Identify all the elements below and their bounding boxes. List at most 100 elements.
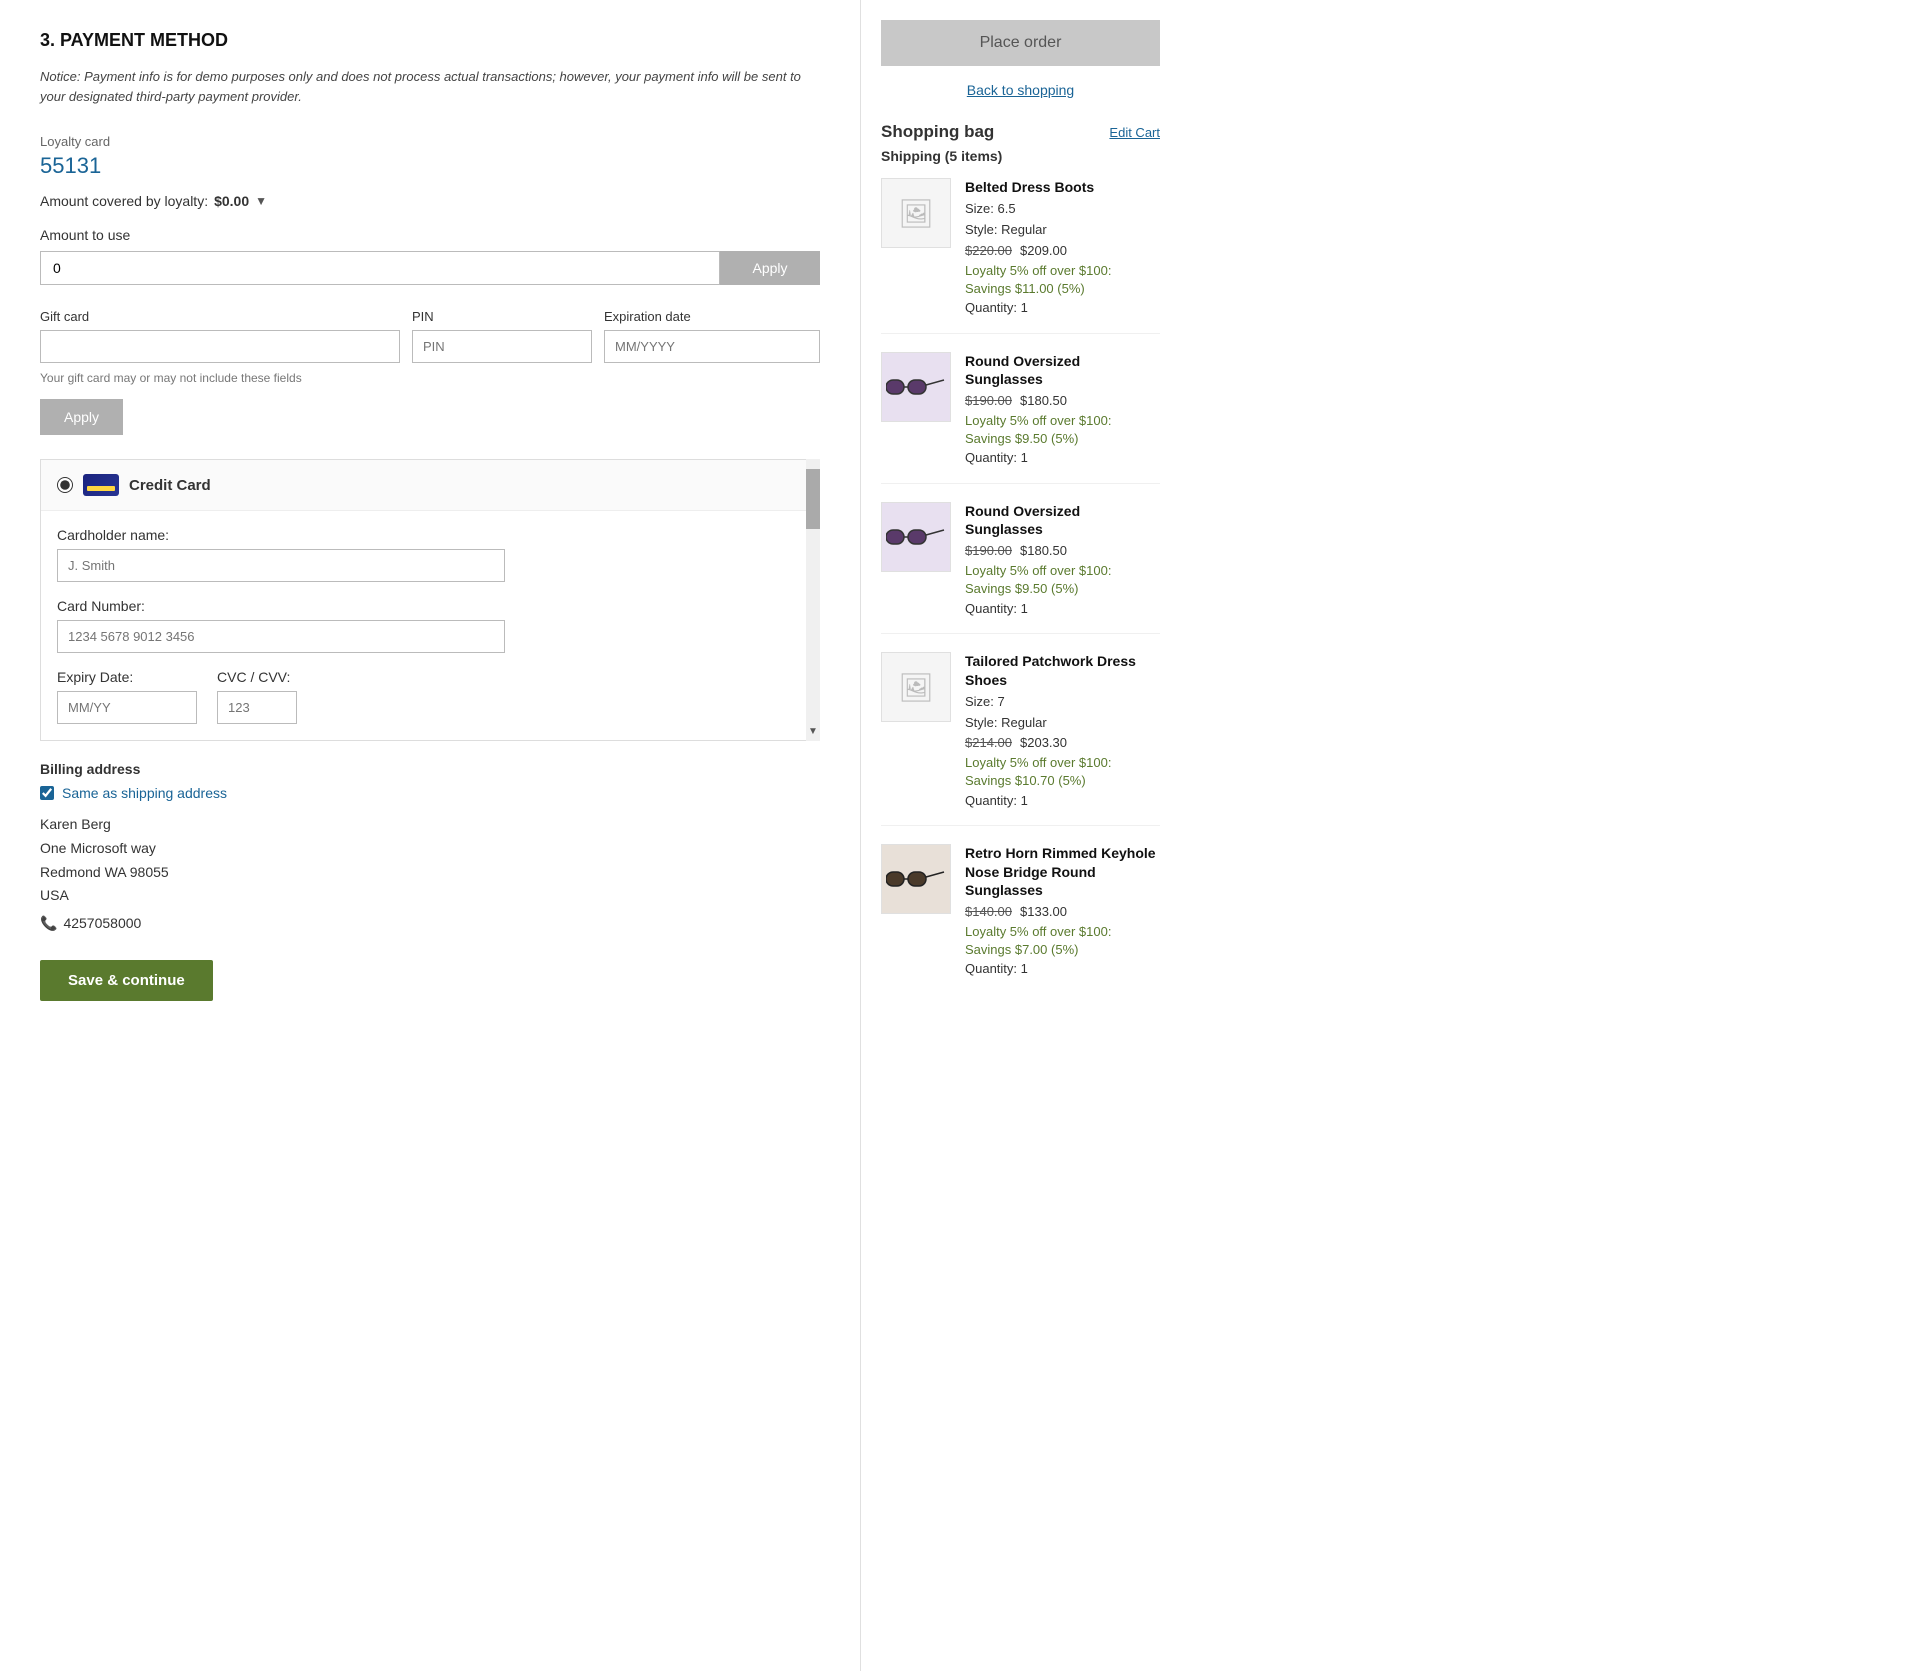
shipping-label: Shipping (5 items): [881, 148, 1160, 164]
item-details: Round Oversized Sunglasses $190.00 $180.…: [965, 352, 1160, 469]
loyalty-card-label: Loyalty card: [40, 134, 820, 149]
loyalty-apply-button[interactable]: Apply: [720, 251, 820, 285]
credit-card-icon: [83, 474, 119, 496]
gift-card-input[interactable]: [40, 330, 400, 363]
back-to-shopping-link[interactable]: Back to shopping: [881, 82, 1160, 98]
card-number-input[interactable]: [57, 620, 505, 653]
item-size: Size: 7: [965, 692, 1160, 713]
product-image-placeholder: 🖼: [881, 652, 951, 722]
edit-cart-link[interactable]: Edit Cart: [1109, 125, 1160, 140]
price-row: $214.00 $203.30: [965, 733, 1160, 754]
product-image: [881, 502, 951, 572]
pin-label: PIN: [412, 309, 592, 324]
loyalty-section: Loyalty card 55131 Amount covered by loy…: [40, 134, 820, 285]
gift-card-label: Gift card: [40, 309, 400, 324]
item-style: Style: Regular: [965, 713, 1160, 734]
product-image: [881, 352, 951, 422]
item-size: Size: 6.5: [965, 199, 1160, 220]
save-continue-button[interactable]: Save & continue: [40, 960, 213, 1001]
item-meta: $190.00 $180.50 Loyalty 5% off over $100…: [965, 541, 1160, 619]
place-order-button[interactable]: Place order: [881, 20, 1160, 66]
price-row: $190.00 $180.50: [965, 391, 1160, 412]
original-price: $190.00: [965, 541, 1012, 562]
amount-use-input[interactable]: [40, 251, 720, 285]
scrollbar-thumb[interactable]: [806, 469, 820, 529]
price-row: $190.00 $180.50: [965, 541, 1160, 562]
gift-note: Your gift card may or may not include th…: [40, 371, 820, 385]
item-meta: $140.00 $133.00 Loyalty 5% off over $100…: [965, 902, 1160, 980]
expiration-input[interactable]: [604, 330, 820, 363]
item-details: Retro Horn Rimmed Keyhole Nose Bridge Ro…: [965, 844, 1160, 980]
cart-item: 🖼 Belted Dress Boots Size: 6.5Style: Reg…: [881, 178, 1160, 334]
billing-address-line1: One Microsoft way: [40, 837, 820, 861]
item-quantity: Quantity: 1: [965, 298, 1160, 319]
billing-country: USA: [40, 884, 820, 908]
item-meta: $190.00 $180.50 Loyalty 5% off over $100…: [965, 391, 1160, 469]
cart-item: 🖼 Tailored Patchwork Dress Shoes Size: 7…: [881, 652, 1160, 826]
price-row: $140.00 $133.00: [965, 902, 1160, 923]
card-number-label: Card Number:: [57, 598, 803, 614]
payment-section: Credit Card Cardholder name: Card Number…: [40, 459, 820, 741]
item-meta: Size: 6.5Style: Regular $220.00 $209.00 …: [965, 199, 1160, 319]
sale-price: $209.00: [1020, 241, 1067, 262]
billing-name: Karen Berg: [40, 813, 820, 837]
gift-card-apply-button[interactable]: Apply: [40, 399, 123, 435]
item-name: Tailored Patchwork Dress Shoes: [965, 652, 1160, 688]
payment-body: Cardholder name: Card Number: Expiry Dat…: [41, 511, 819, 740]
shopping-bag-header: Shopping bag Edit Cart: [881, 122, 1160, 142]
cardholder-label: Cardholder name:: [57, 527, 803, 543]
sale-price: $133.00: [1020, 902, 1067, 923]
original-price: $220.00: [965, 241, 1012, 262]
original-price: $140.00: [965, 902, 1012, 923]
product-image-placeholder: 🖼: [881, 178, 951, 248]
cart-items-list: 🖼 Belted Dress Boots Size: 6.5Style: Reg…: [881, 178, 1160, 994]
original-price: $190.00: [965, 391, 1012, 412]
loyalty-savings: Loyalty 5% off over $100: Savings $11.00…: [965, 262, 1160, 298]
image-placeholder-icon: 🖼: [898, 671, 934, 704]
scroll-down-icon[interactable]: ▼: [808, 726, 818, 737]
loyalty-savings: Loyalty 5% off over $100: Savings $7.00 …: [965, 923, 1160, 959]
item-quantity: Quantity: 1: [965, 448, 1160, 469]
item-details: Tailored Patchwork Dress Shoes Size: 7St…: [965, 652, 1160, 811]
payment-notice: Notice: Payment info is for demo purpose…: [40, 67, 820, 106]
credit-card-label: Credit Card: [129, 477, 211, 494]
chevron-down-icon[interactable]: ▼: [255, 194, 267, 208]
cart-item: Round Oversized Sunglasses $190.00 $180.…: [881, 502, 1160, 634]
pin-input[interactable]: [412, 330, 592, 363]
loyalty-savings: Loyalty 5% off over $100: Savings $9.50 …: [965, 562, 1160, 598]
billing-section: Billing address Same as shipping address…: [40, 761, 820, 936]
cart-item: Round Oversized Sunglasses $190.00 $180.…: [881, 352, 1160, 484]
item-quantity: Quantity: 1: [965, 599, 1160, 620]
item-meta: Size: 7Style: Regular $214.00 $203.30 Lo…: [965, 692, 1160, 812]
item-name: Round Oversized Sunglasses: [965, 502, 1160, 538]
payment-header: Credit Card: [41, 460, 819, 511]
billing-title: Billing address: [40, 761, 820, 777]
image-placeholder-icon: 🖼: [898, 197, 934, 230]
expiry-input[interactable]: [57, 691, 197, 724]
same-as-shipping-checkbox[interactable]: [40, 786, 54, 800]
loyalty-card-number: 55131: [40, 153, 820, 179]
cardholder-input[interactable]: [57, 549, 505, 582]
sale-price: $180.50: [1020, 541, 1067, 562]
expiration-label: Expiration date: [604, 309, 820, 324]
item-details: Belted Dress Boots Size: 6.5Style: Regul…: [965, 178, 1160, 319]
item-name: Belted Dress Boots: [965, 178, 1160, 196]
loyalty-savings: Loyalty 5% off over $100: Savings $10.70…: [965, 754, 1160, 790]
sale-price: $180.50: [1020, 391, 1067, 412]
billing-address-line2: Redmond WA 98055: [40, 861, 820, 885]
expiry-label: Expiry Date:: [57, 669, 197, 685]
cvc-label: CVC / CVV:: [217, 669, 297, 685]
price-row: $220.00 $209.00: [965, 241, 1160, 262]
scrollbar-track: ▼: [806, 459, 820, 741]
product-image: [881, 844, 951, 914]
original-price: $214.00: [965, 733, 1012, 754]
item-details: Round Oversized Sunglasses $190.00 $180.…: [965, 502, 1160, 619]
cvc-input[interactable]: [217, 691, 297, 724]
bag-title: Shopping bag: [881, 122, 994, 142]
sale-price: $203.30: [1020, 733, 1067, 754]
item-name: Retro Horn Rimmed Keyhole Nose Bridge Ro…: [965, 844, 1160, 899]
credit-card-radio[interactable]: [57, 477, 73, 493]
item-style: Style: Regular: [965, 220, 1160, 241]
item-quantity: Quantity: 1: [965, 959, 1160, 980]
phone-icon: 📞: [40, 912, 57, 936]
